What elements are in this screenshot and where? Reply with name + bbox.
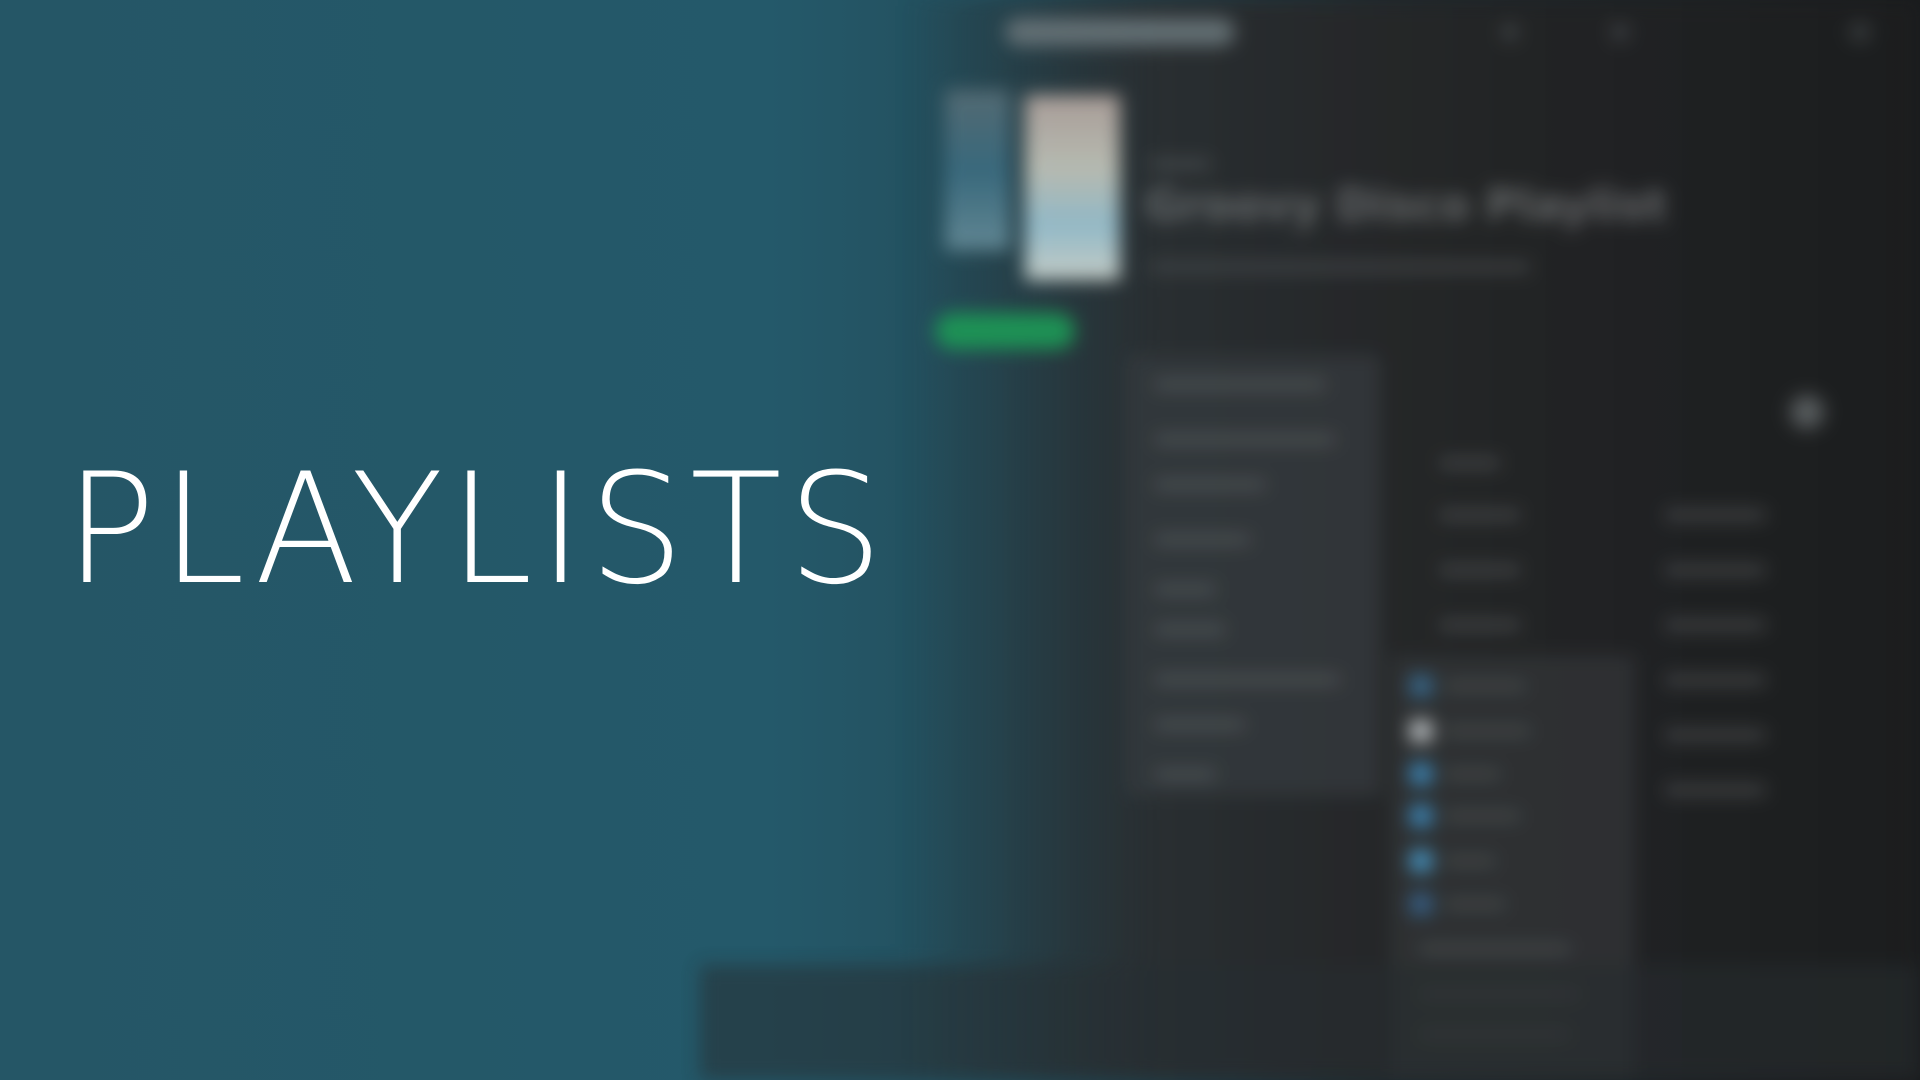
track-row — [1440, 510, 1520, 520]
playlist-cover-art — [1025, 95, 1120, 280]
slide-title: PLAYLISTS — [65, 441, 889, 619]
track-row — [1665, 510, 1765, 520]
play-button — [935, 313, 1075, 349]
playlist-type-label — [1150, 160, 1210, 168]
search-bar — [1005, 18, 1235, 46]
track-row — [1665, 675, 1765, 685]
track-row — [1665, 730, 1765, 740]
download-toggle — [1790, 395, 1824, 429]
track-row — [1440, 565, 1520, 575]
back-icon — [1500, 22, 1520, 42]
track-row — [1665, 620, 1765, 630]
player-bar — [700, 965, 1920, 1080]
playlist-title: Groovy Disco Playlist — [1145, 180, 1668, 231]
context-menu — [1125, 355, 1380, 795]
track-row — [1440, 620, 1520, 630]
forward-icon — [1610, 22, 1630, 42]
profile-icon — [1850, 22, 1870, 42]
blurred-music-app-background: Groovy Disco Playlist — [700, 0, 1920, 1080]
track-row — [1665, 565, 1765, 575]
playlist-meta — [1150, 262, 1530, 272]
sidebar-artwork — [945, 90, 1010, 250]
column-header — [1440, 458, 1500, 468]
track-row — [1665, 785, 1765, 795]
slide-stage: Groovy Disco Playlist PLAYLISTS — [0, 0, 1920, 1080]
